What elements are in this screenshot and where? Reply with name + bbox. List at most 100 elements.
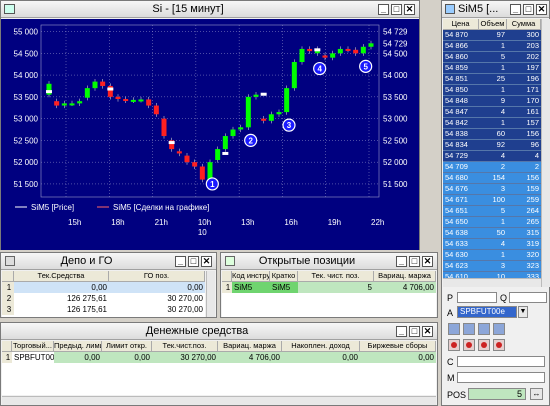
column-header[interactable]: Тек. чист. поз. <box>298 271 374 282</box>
close-position-button[interactable] <box>493 339 505 351</box>
buy-stop-button[interactable] <box>448 323 460 335</box>
column-header[interactable]: Цена <box>443 19 479 30</box>
account-dropdown-icon[interactable]: ▼ <box>518 306 528 318</box>
m-input[interactable] <box>457 372 545 383</box>
row-number[interactable]: 2 <box>2 293 14 304</box>
close-icon[interactable]: ✕ <box>422 256 433 267</box>
table-cell[interactable]: 30 270,00 <box>152 352 218 363</box>
cancel-all-button[interactable] <box>493 323 505 335</box>
price-chart[interactable]: 55 000 54 72954 500 54 50054 000 54 00053 5… <box>1 19 419 250</box>
bid-row[interactable]: 54 623 3 323 <box>443 261 541 272</box>
column-header[interactable]: Накоплен. доход <box>282 341 360 352</box>
table-cell[interactable]: 126 175,61 <box>14 304 109 315</box>
table-cell[interactable]: 5 <box>298 282 374 293</box>
column-header[interactable]: Тек.Средства <box>14 271 109 282</box>
column-header[interactable]: Вариац. маржа <box>374 271 436 282</box>
ask-row[interactable]: 54 851 25 196 <box>443 74 541 85</box>
minimize-icon[interactable]: _ <box>175 256 186 267</box>
column-header[interactable] <box>2 341 12 352</box>
c-input[interactable] <box>457 356 545 367</box>
bid-row[interactable]: 54 671 100 259 <box>443 195 541 206</box>
table-cell[interactable]: 0,00 <box>102 352 152 363</box>
ask-row[interactable]: 54 860 5 202 <box>443 52 541 63</box>
table-cell[interactable]: 126 275,61 <box>14 293 109 304</box>
order-book-scrollbar[interactable] <box>541 19 550 287</box>
column-header[interactable]: Лимит откр. <box>102 341 152 352</box>
column-header[interactable]: Биржевые сборы <box>360 341 436 352</box>
table-cell[interactable]: SiM5 <box>232 282 270 293</box>
maximize-icon[interactable]: □ <box>409 326 420 337</box>
row-number[interactable]: 3 <box>2 304 14 315</box>
order-book-hscroll[interactable] <box>443 278 541 287</box>
reverse-button[interactable] <box>478 339 490 351</box>
bid-row[interactable]: 54 650 1 265 <box>443 217 541 228</box>
column-header[interactable]: Вариац. маржа <box>218 341 282 352</box>
bid-row[interactable]: 54 676 3 159 <box>443 184 541 195</box>
buy-market-button[interactable] <box>448 339 460 351</box>
column-header[interactable] <box>2 271 14 282</box>
table-cell[interactable]: 4 706,00 <box>218 352 282 363</box>
sell-stop-button[interactable] <box>463 323 475 335</box>
table-cell[interactable]: 30 270,00 <box>109 304 205 315</box>
table-cell[interactable]: SiM5 <box>270 282 298 293</box>
bid-row[interactable]: 54 680 154 156 <box>443 173 541 184</box>
minimize-icon[interactable]: _ <box>396 256 407 267</box>
table-cell[interactable]: 0,00 <box>109 282 205 293</box>
candle <box>176 151 182 154</box>
maximize-icon[interactable]: □ <box>391 4 402 15</box>
table-cell[interactable]: 0,00 <box>54 352 102 363</box>
ask-row[interactable]: 54 729 4 4 <box>443 151 541 162</box>
ask-row[interactable]: 54 859 1 197 <box>443 63 541 74</box>
ask-row[interactable]: 54 870 97 300 <box>443 30 541 41</box>
minimize-icon[interactable]: _ <box>378 4 389 15</box>
bid-row[interactable]: 54 630 1 320 <box>443 250 541 261</box>
qty-input[interactable] <box>509 292 547 303</box>
column-header[interactable]: Кратко <box>270 271 298 282</box>
column-header[interactable] <box>222 271 232 282</box>
column-header[interactable]: Торговый... <box>12 341 54 352</box>
depo-scrollbar[interactable] <box>206 271 215 317</box>
column-header[interactable]: Объем <box>479 19 507 30</box>
legend-price: SiM5 [Price] <box>31 203 74 212</box>
price-input[interactable] <box>457 292 497 303</box>
table-cell[interactable]: 4 706,00 <box>374 282 436 293</box>
bid-row[interactable]: 54 709 2 2 <box>443 162 541 173</box>
maximize-icon[interactable]: □ <box>409 256 420 267</box>
account-select[interactable]: SPBFUT00e <box>457 306 517 318</box>
table-cell[interactable]: 0,00 <box>282 352 360 363</box>
table-cell[interactable]: SPBFUT00 <box>12 352 54 363</box>
row-number[interactable]: 1 <box>2 282 14 293</box>
ask-row[interactable]: 54 850 1 171 <box>443 85 541 96</box>
ask-row[interactable]: 54 866 1 203 <box>443 41 541 52</box>
bid-row[interactable]: 54 638 50 315 <box>443 228 541 239</box>
pos-action-icon[interactable]: ↔ <box>530 388 543 400</box>
table-cell[interactable]: 30 270,00 <box>109 293 205 304</box>
table-cell[interactable]: 0,00 <box>360 352 436 363</box>
close-icon[interactable]: ✕ <box>536 4 547 15</box>
maximize-icon[interactable]: □ <box>188 256 199 267</box>
ask-row[interactable]: 54 842 1 157 <box>443 118 541 129</box>
maximize-icon[interactable]: □ <box>523 4 534 15</box>
bid-row[interactable]: 54 633 4 319 <box>443 239 541 250</box>
row-number[interactable]: 1 <box>2 352 12 363</box>
cancel-stops-button[interactable] <box>478 323 490 335</box>
close-icon[interactable]: ✕ <box>201 256 212 267</box>
column-header[interactable]: Предыд. лими... <box>54 341 102 352</box>
ask-row[interactable]: 54 847 4 161 <box>443 107 541 118</box>
minimize-icon[interactable]: _ <box>396 326 407 337</box>
table-cell[interactable]: 0,00 <box>14 282 109 293</box>
minimize-icon[interactable]: _ <box>510 4 521 15</box>
ask-row[interactable]: 54 834 92 96 <box>443 140 541 151</box>
column-header[interactable]: ГО поз. <box>109 271 205 282</box>
money-scrollbar[interactable] <box>2 396 436 405</box>
row-number[interactable]: 1 <box>222 282 232 293</box>
bid-row[interactable]: 54 651 5 264 <box>443 206 541 217</box>
ask-row[interactable]: 54 848 9 170 <box>443 96 541 107</box>
close-icon[interactable]: ✕ <box>404 4 415 15</box>
column-header[interactable]: Тек.чист.поз. <box>152 341 218 352</box>
sell-market-button[interactable] <box>463 339 475 351</box>
ask-row[interactable]: 54 838 60 156 <box>443 129 541 140</box>
close-icon[interactable]: ✕ <box>422 326 433 337</box>
column-header[interactable]: Сумма <box>507 19 541 30</box>
column-header[interactable]: Код инструм. <box>232 271 270 282</box>
